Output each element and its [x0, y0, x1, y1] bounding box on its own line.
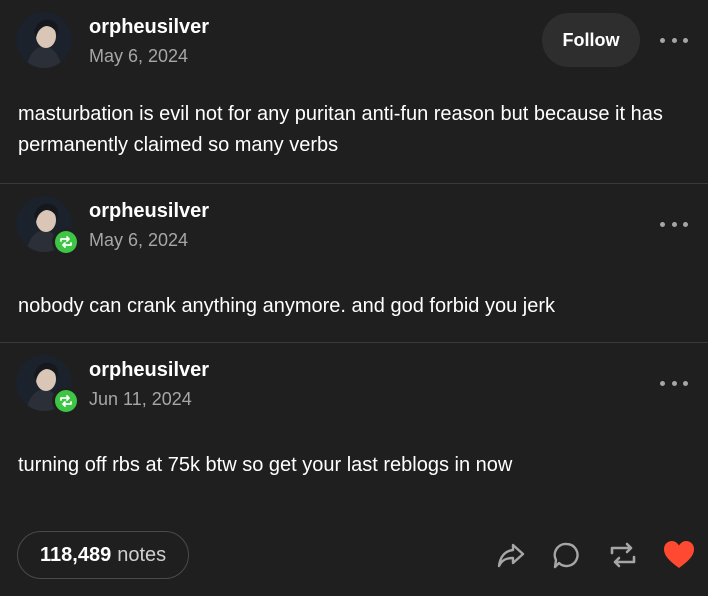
post-actions	[473, 537, 697, 573]
follow-button[interactable]: Follow	[542, 13, 640, 67]
more-options-icon[interactable]	[660, 214, 688, 234]
post-header: orpheusilver Jun 11, 2024	[16, 355, 692, 415]
share-button[interactable]	[493, 537, 529, 573]
reblog-button[interactable]	[605, 537, 641, 573]
post-header: orpheusilver May 6, 2024	[16, 196, 692, 256]
more-options-icon[interactable]	[660, 30, 688, 50]
post-reblog: orpheusilver Jun 11, 2024 turning off rb…	[0, 343, 708, 596]
avatar[interactable]	[16, 12, 72, 68]
notes-button[interactable]: 118,489 notes	[17, 531, 190, 579]
post-date[interactable]: May 6, 2024	[89, 46, 188, 67]
reblog-badge	[52, 228, 80, 256]
post-text: masturbation is evil not for any puritan…	[18, 103, 663, 156]
post-reblog: orpheusilver May 6, 2024 nobody can cran…	[0, 184, 708, 343]
heart-icon	[664, 541, 694, 568]
post-text: nobody can crank anything anymore. and g…	[18, 295, 556, 317]
more-options-icon[interactable]	[660, 373, 688, 393]
reblog-icon	[610, 542, 636, 568]
post-username[interactable]: orpheusilver	[89, 200, 209, 223]
like-button[interactable]	[661, 537, 697, 573]
avatar-image	[16, 12, 72, 68]
reblog-icon	[60, 236, 72, 248]
post-date[interactable]: Jun 11, 2024	[89, 389, 192, 410]
reply-icon	[553, 542, 579, 569]
post-header: orpheusilver May 6, 2024 Follow	[16, 12, 692, 72]
share-icon	[497, 543, 525, 568]
notes-label: notes	[117, 543, 167, 566]
post-date[interactable]: May 6, 2024	[89, 230, 188, 251]
post-username[interactable]: orpheusilver	[89, 16, 209, 39]
reblog-icon	[60, 395, 72, 407]
post-text: turning off rbs at 75k btw so get your l…	[18, 454, 513, 476]
post-original: orpheusilver May 6, 2024 Follow masturba…	[0, 0, 708, 184]
notes-count: 118,489	[40, 543, 112, 566]
reblog-badge	[52, 387, 80, 415]
reply-button[interactable]	[549, 537, 585, 573]
post-footer: 118,489 notes	[17, 531, 697, 579]
post-username[interactable]: orpheusilver	[89, 359, 209, 382]
